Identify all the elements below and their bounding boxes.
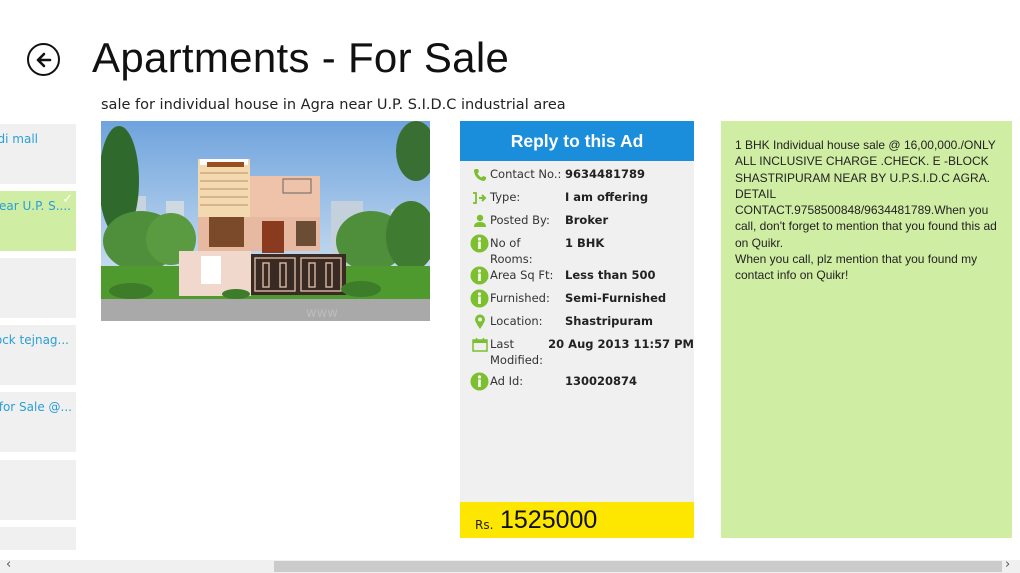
horizontal-scrollbar[interactable]: ‹ › [0,557,1020,573]
description-panel: 1 BHK Individual house sale @ 16,00,000.… [721,121,1012,538]
info-value: Less than 500 [565,268,656,282]
calendar-icon [470,335,489,354]
scroll-left-icon[interactable]: ‹ [6,557,11,572]
info-icon [470,372,489,391]
back-arrow-icon [36,52,51,67]
price-amount: 1525000 [500,506,598,534]
info-value: 130020874 [565,374,638,388]
info-row-furnished: Furnished: Semi-Furnished [460,289,694,313]
type-arrow-icon [470,188,489,207]
info-key: Area Sq Ft: [490,268,554,282]
ad-info-panel: Reply to this Ad Contact No.: 9634481789… [460,121,694,538]
info-value: 1 BHK [565,236,605,250]
checkmark-icon: ✓ [62,192,73,207]
info-row-location: Location: Shastripuram [460,313,694,336]
list-item[interactable]: t for Sale @... [0,392,76,452]
ad-photo[interactable]: www [101,121,430,321]
list-item-label: t for Sale @... [0,400,72,414]
info-value: Semi-Furnished [565,291,667,305]
list-item[interactable] [0,258,76,318]
list-item[interactable] [0,527,76,550]
info-key: Type: [490,190,521,204]
price-currency: Rs. [475,518,494,532]
info-icon [470,234,489,253]
svg-text:www: www [306,306,338,321]
info-icon [470,289,489,308]
scroll-right-icon[interactable]: › [1005,557,1010,572]
house-image: www [101,121,430,321]
list-item-selected[interactable]: near U.P. S.... ✓ [0,191,76,251]
list-item-label: di mall [0,132,38,146]
info-value: Broker [565,213,609,227]
description-text: 1 BHK Individual house sale @ 16,00,000.… [735,138,997,250]
reply-to-ad-button[interactable]: Reply to this Ad [460,121,694,161]
info-row-posted-by: Posted By: Broker [460,212,694,235]
info-row-area: Area Sq Ft: Less than 500 [460,266,694,290]
list-item[interactable]: lock tejnag... [0,325,76,385]
info-value: 20 Aug 2013 11:57 PM [548,337,694,351]
info-key: Furnished: [490,291,550,305]
location-pin-icon [470,312,489,331]
list-item[interactable]: di mall [0,124,76,184]
contact-number[interactable]: 9634481789 [565,166,645,182]
info-key: Last Modified: [490,337,543,367]
person-icon [470,211,489,230]
info-icon [470,266,489,285]
list-item[interactable] [0,460,76,520]
info-row-last-modified: Last Modified: 20 Aug 2013 11:57 PM [460,336,694,373]
info-row-rooms: No of Rooms: 1 BHK [460,234,694,267]
info-row-contact: Contact No.: 9634481789 [460,166,694,189]
info-value: I am offering [565,190,649,204]
list-item-label: lock tejnag... [0,333,69,347]
page-title: Apartments - For Sale [92,34,510,81]
phone-icon [470,165,489,184]
info-key: No of Rooms: [490,236,533,266]
scrollbar-thumb[interactable] [274,561,1002,572]
info-key: Location: [490,314,543,328]
description-note: When you call, plz mention that you foun… [735,252,978,283]
info-key: Posted By: [490,213,550,227]
info-key: Contact No.: [490,167,562,181]
back-button[interactable] [27,43,60,76]
info-row-ad-id: Ad Id: 130020874 [460,372,694,396]
price-box: Rs. 1525000 [460,502,694,538]
info-row-type: Type: I am offering [460,189,694,212]
list-item-label: near U.P. S.... [0,199,71,213]
info-key: Ad Id: [490,374,524,388]
ad-title: sale for individual house in Agra near U… [101,97,566,113]
info-value: Shastripuram [565,314,654,328]
